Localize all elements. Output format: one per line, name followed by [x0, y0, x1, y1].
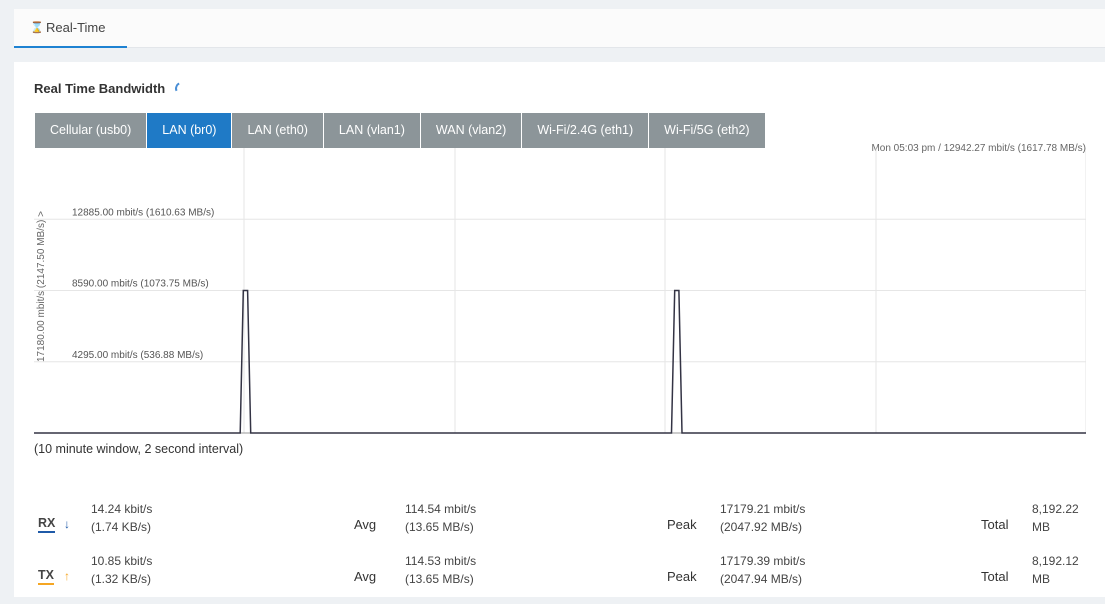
- rx-arrow-icon: ↓: [64, 517, 70, 531]
- tx-current-bytes: (1.32 KB/s): [91, 572, 152, 586]
- loading-spinner-icon: [173, 80, 191, 97]
- gridline-label: 8590.00 mbit/s (1073.75 MB/s): [72, 279, 209, 290]
- section-title: Real Time Bandwidth: [34, 80, 191, 97]
- hourglass-icon: ⌛: [30, 22, 44, 34]
- rx-total-label: Total: [981, 517, 1009, 532]
- tx-avg-bytes: (13.65 MB/s): [405, 572, 474, 586]
- iface-tab[interactable]: LAN (br0): [147, 113, 232, 148]
- tx-label: TX: [38, 568, 54, 585]
- rx-avg-bytes: (13.65 MB/s): [405, 520, 474, 534]
- rx-total-unit: MB: [1032, 520, 1050, 534]
- bandwidth-chart: Mon 05:03 pm / 12942.27 mbit/s (1617.78 …: [34, 143, 1086, 434]
- realtime-panel: Real Time Bandwidth Cellular (usb0) LAN (…: [14, 62, 1105, 597]
- gridline-label: 4295.00 mbit/s (536.88 MB/s): [72, 350, 203, 361]
- iface-tab[interactable]: WAN (vlan2): [420, 113, 522, 148]
- tx-total-unit: MB: [1032, 572, 1050, 586]
- rx-avg-bits: 114.54 mbit/s: [405, 502, 477, 516]
- tx-total: 8,192.12 MB: [1032, 552, 1079, 588]
- tx-total-label: Total: [981, 569, 1009, 584]
- rx-peak-bits: 17179.21 mbit/s: [720, 502, 806, 516]
- rx-peak: 17179.21 mbit/s (2047.92 MB/s): [720, 500, 805, 536]
- tx-avg-bits: 114.53 mbit/s: [405, 554, 477, 568]
- stat-row-rx: RX ↓ 14.24 kbit/s (1.74 KB/s) Avg 114.54…: [34, 500, 1092, 552]
- gridline-label: 12885.00 mbit/s (1610.63 MB/s): [72, 207, 214, 218]
- iface-tab[interactable]: LAN (eth0): [232, 113, 323, 148]
- tx-avg-label: Avg: [354, 569, 377, 584]
- rx-label: RX: [38, 516, 56, 533]
- tx-arrow-icon: ↑: [64, 569, 70, 583]
- iface-tab[interactable]: LAN (vlan1): [323, 113, 420, 148]
- stats-table: RX ↓ 14.24 kbit/s (1.74 KB/s) Avg 114.54…: [34, 500, 1092, 604]
- rx-peak-label: Peak: [667, 517, 697, 532]
- rx-peak-bytes: (2047.92 MB/s): [720, 520, 803, 534]
- iface-tab[interactable]: Cellular (usb0): [35, 113, 147, 148]
- tx-peak-bits: 17179.39 mbit/s: [720, 554, 806, 568]
- top-tab-bar: ⌛ Real-Time: [14, 9, 1105, 48]
- rx-avg: 114.54 mbit/s (13.65 MB/s): [405, 500, 476, 536]
- tx-peak: 17179.39 mbit/s (2047.94 MB/s): [720, 552, 805, 588]
- rx-total: 8,192.22 MB: [1032, 500, 1079, 536]
- tab-real-time[interactable]: ⌛ Real-Time: [14, 9, 127, 48]
- tx-current-bits: 10.85 kbit/s: [91, 554, 153, 568]
- tx-peak-label: Peak: [667, 569, 697, 584]
- rx-current-bytes: (1.74 KB/s): [91, 520, 152, 534]
- tx-current: 10.85 kbit/s (1.32 KB/s): [91, 552, 152, 588]
- tab-real-time-label: Real-Time: [46, 20, 106, 35]
- stat-row-tx: TX ↑ 10.85 kbit/s (1.32 KB/s) Avg 114.53…: [34, 552, 1092, 604]
- tx-peak-bytes: (2047.94 MB/s): [720, 572, 803, 586]
- rx-current: 14.24 kbit/s (1.74 KB/s): [91, 500, 152, 536]
- rx-avg-label: Avg: [354, 517, 377, 532]
- tx-total-value: 8,192.12: [1032, 554, 1079, 568]
- rx-current-bits: 14.24 kbit/s: [91, 502, 153, 516]
- section-title-text: Real Time Bandwidth: [34, 81, 166, 96]
- tx-avg: 114.53 mbit/s (13.65 MB/s): [405, 552, 476, 588]
- window-note: (10 minute window, 2 second interval): [34, 442, 244, 456]
- bandwidth-chart-svg: 12885.00 mbit/s (1610.63 MB/s) 8590.00 mb…: [34, 148, 1086, 434]
- iface-tab[interactable]: Wi-Fi/2.4G (eth1): [522, 113, 649, 148]
- interface-tabs: Cellular (usb0) LAN (br0) LAN (eth0) LAN (v…: [35, 113, 766, 148]
- rx-total-value: 8,192.22: [1032, 502, 1079, 516]
- iface-tab[interactable]: Wi-Fi/5G (eth2): [649, 113, 765, 148]
